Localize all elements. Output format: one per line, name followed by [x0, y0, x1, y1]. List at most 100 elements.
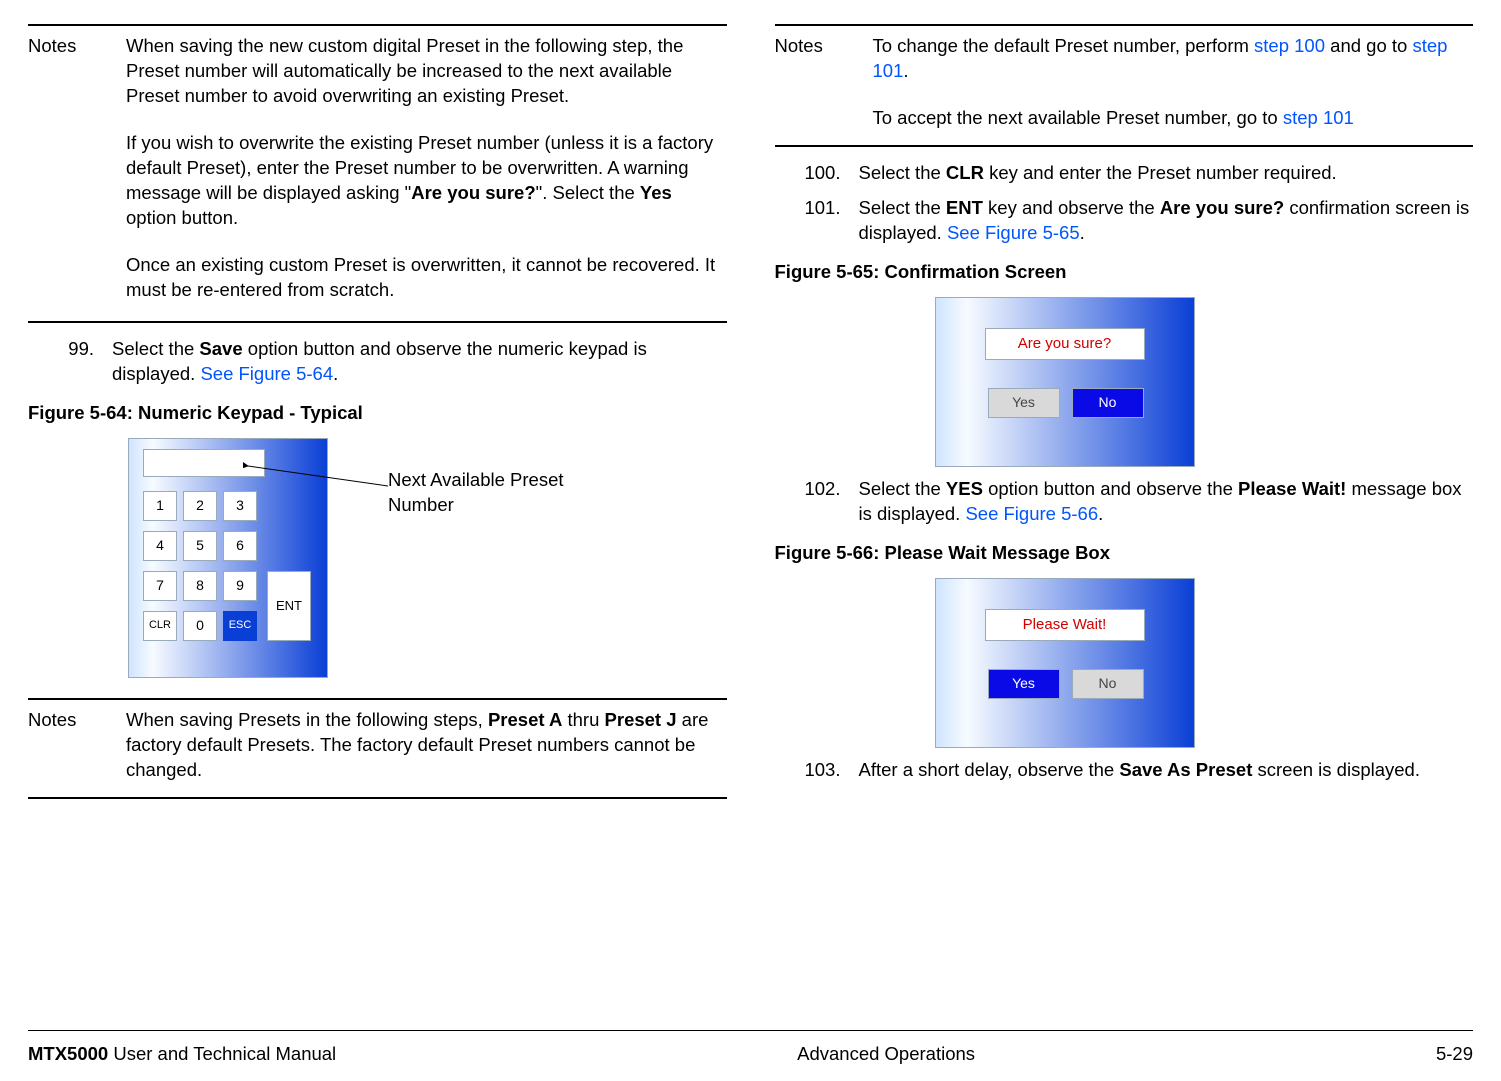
yes-button[interactable]: Yes — [988, 669, 1060, 699]
text: Select the — [859, 197, 946, 218]
text: Select the — [859, 162, 946, 183]
step-102: 102. Select the YES option button and ob… — [775, 477, 1474, 527]
figure-reference-link[interactable]: See Figure 5-65 — [947, 222, 1080, 243]
dialog-message: Please Wait! — [985, 609, 1145, 641]
text: key and observe the — [983, 197, 1160, 218]
rule — [775, 24, 1474, 26]
key-esc[interactable]: ESC — [223, 611, 257, 641]
no-button[interactable]: No — [1072, 669, 1144, 699]
rule — [28, 698, 727, 700]
step-body: After a short delay, observe the Save As… — [859, 758, 1474, 783]
notes-paragraph: To change the default Preset number, per… — [873, 34, 1474, 84]
step-101: 101. Select the ENT key and observe the … — [775, 196, 1474, 246]
bold-text: CLR — [946, 162, 984, 183]
rule — [28, 24, 727, 26]
bold-text: Preset A — [488, 709, 562, 730]
footer-page-number: 5-29 — [1436, 1042, 1473, 1067]
notes-body: When saving Presets in the following ste… — [126, 708, 727, 789]
step-number: 99. — [28, 337, 94, 387]
bold-text: YES — [946, 478, 983, 499]
step-number: 103. — [775, 758, 841, 783]
key-clr[interactable]: CLR — [143, 611, 177, 641]
step-number: 100. — [775, 161, 841, 186]
text: option button. — [126, 207, 238, 228]
key-ent[interactable]: ENT — [267, 571, 311, 641]
step-99: 99. Select the Save option button and ob… — [28, 337, 727, 387]
step-body: Select the YES option button and observe… — [859, 477, 1474, 527]
text: . — [903, 60, 908, 81]
bold-text: Preset J — [605, 709, 677, 730]
notes-paragraph: Once an existing custom Preset is overwr… — [126, 253, 727, 303]
footer-center: Advanced Operations — [797, 1042, 975, 1067]
text: After a short delay, observe the — [859, 759, 1120, 780]
notes-body: To change the default Preset number, per… — [873, 34, 1474, 137]
text: key and enter the Preset number required… — [984, 162, 1337, 183]
text: and go to — [1325, 35, 1412, 56]
text: . — [1098, 503, 1103, 524]
key-2[interactable]: 2 — [183, 491, 217, 521]
dialog-message: Are you sure? — [985, 328, 1145, 360]
notes-block-3: Notes To change the default Preset numbe… — [775, 34, 1474, 137]
notes-block-1: Notes When saving the new custom digital… — [28, 34, 727, 313]
footer-left: MTX5000 User and Technical Manual — [28, 1042, 336, 1067]
key-9[interactable]: 9 — [223, 571, 257, 601]
key-0[interactable]: 0 — [183, 611, 217, 641]
rule — [28, 321, 727, 323]
figure-reference-link[interactable]: See Figure 5-66 — [965, 503, 1098, 524]
figure-5-65-caption: Figure 5-65: Confirmation Screen — [775, 260, 1474, 285]
notes-paragraph: When saving the new custom digital Prese… — [126, 34, 727, 109]
figure-5-66-caption: Figure 5-66: Please Wait Message Box — [775, 541, 1474, 566]
step-reference-link[interactable]: step 101 — [1283, 107, 1354, 128]
step-body: Select the ENT key and observe the Are y… — [859, 196, 1474, 246]
please-wait-screen: Please Wait! Yes No — [935, 578, 1195, 748]
keypad-panel: 1 2 3 4 5 6 7 8 9 CLR 0 ESC ENT — [128, 438, 328, 678]
key-7[interactable]: 7 — [143, 571, 177, 601]
bold-text: Save — [199, 338, 242, 359]
key-6[interactable]: 6 — [223, 531, 257, 561]
step-body: Select the Save option button and observ… — [112, 337, 727, 387]
left-column: Notes When saving the new custom digital… — [28, 24, 727, 799]
product-name: MTX5000 — [28, 1043, 108, 1064]
notes-body: When saving the new custom digital Prese… — [126, 34, 727, 313]
notes-block-2: Notes When saving Presets in the followi… — [28, 708, 727, 789]
bold-text: Please Wait! — [1238, 478, 1346, 499]
key-1[interactable]: 1 — [143, 491, 177, 521]
text: screen is displayed. — [1252, 759, 1420, 780]
keypad-annotation: Next Available Preset Number — [388, 468, 588, 518]
notes-label: Notes — [775, 34, 855, 59]
text: . — [333, 363, 338, 384]
text: When saving Presets in the following ste… — [126, 709, 488, 730]
key-5[interactable]: 5 — [183, 531, 217, 561]
rule — [28, 797, 727, 799]
notes-paragraph: If you wish to overwrite the existing Pr… — [126, 131, 727, 231]
no-button[interactable]: No — [1072, 388, 1144, 418]
step-number: 102. — [775, 477, 841, 527]
text: option button and observe the — [983, 478, 1238, 499]
text: Select the — [859, 478, 946, 499]
key-3[interactable]: 3 — [223, 491, 257, 521]
keypad-display — [143, 449, 265, 477]
step-number: 101. — [775, 196, 841, 246]
rule — [775, 145, 1474, 147]
step-103: 103. After a short delay, observe the Sa… — [775, 758, 1474, 783]
key-4[interactable]: 4 — [143, 531, 177, 561]
figure-reference-link[interactable]: See Figure 5-64 — [200, 363, 333, 384]
step-body: Select the CLR key and enter the Preset … — [859, 161, 1474, 186]
notes-paragraph: When saving Presets in the following ste… — [126, 708, 727, 783]
yes-button[interactable]: Yes — [988, 388, 1060, 418]
notes-label: Notes — [28, 34, 108, 59]
step-100: 100. Select the CLR key and enter the Pr… — [775, 161, 1474, 186]
text: . — [1080, 222, 1085, 243]
notes-label: Notes — [28, 708, 108, 733]
text: To change the default Preset number, per… — [873, 35, 1255, 56]
confirmation-screen: Are you sure? Yes No — [935, 297, 1195, 467]
figure-5-64-keypad: 1 2 3 4 5 6 7 8 9 CLR 0 ESC ENT — [128, 438, 727, 698]
step-reference-link[interactable]: step 100 — [1254, 35, 1325, 56]
footer-rule — [28, 1030, 1473, 1031]
text: ". Select the — [536, 182, 640, 203]
text: thru — [562, 709, 604, 730]
key-8[interactable]: 8 — [183, 571, 217, 601]
page-columns: Notes When saving the new custom digital… — [28, 24, 1473, 799]
bold-text: Save As Preset — [1119, 759, 1252, 780]
bold-text: Yes — [640, 182, 672, 203]
